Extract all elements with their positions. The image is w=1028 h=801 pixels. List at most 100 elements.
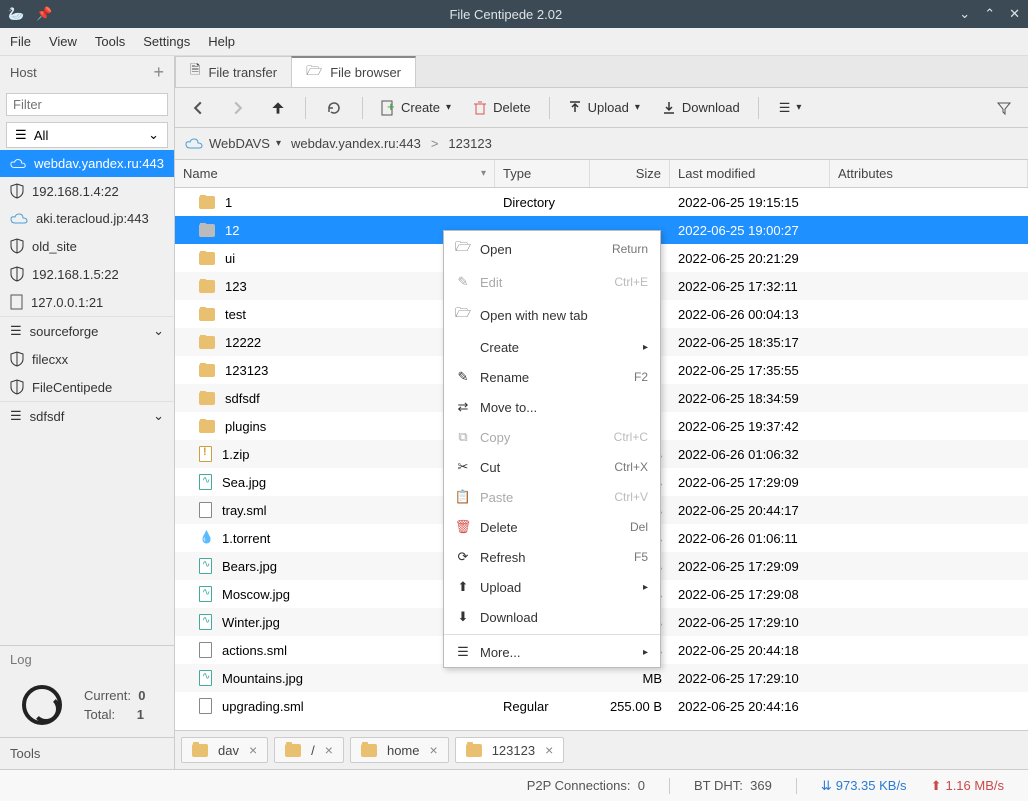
- tab-file-browser[interactable]: 🗁 File browser: [291, 56, 416, 87]
- path-tab[interactable]: /×: [274, 737, 344, 763]
- tab-file-transfer[interactable]: 🗎 File transfer: [175, 56, 292, 87]
- minimize-button[interactable]: ⌄: [959, 6, 970, 22]
- menu-label: Open with new tab: [480, 308, 588, 323]
- upload-button[interactable]: Upload ▾: [564, 96, 644, 120]
- host-item[interactable]: webdav.yandex.ru:443: [0, 150, 174, 177]
- close-button[interactable]: ✕: [1009, 6, 1020, 22]
- host-item[interactable]: 192.168.1.5:22: [0, 260, 174, 288]
- host-item[interactable]: aki.teracloud.jp:443: [0, 205, 174, 232]
- host-item[interactable]: FileCentipede: [0, 373, 174, 401]
- host-label: Host: [10, 65, 37, 80]
- file-name: upgrading.sml: [222, 699, 304, 714]
- filter-input[interactable]: [6, 93, 168, 116]
- breadcrumb: WebDAVS ▾ webdav.yandex.ru:443 > 123123: [175, 128, 1028, 160]
- nav-up-button[interactable]: [265, 97, 291, 119]
- menu-view[interactable]: View: [49, 34, 77, 49]
- menu-item-more-[interactable]: ☰More...▸: [444, 637, 660, 667]
- torrent-icon: [199, 530, 212, 546]
- col-size[interactable]: Size: [590, 160, 670, 187]
- col-type[interactable]: Type: [495, 160, 590, 187]
- table-row[interactable]: 1Directory2022-06-25 19:15:15: [175, 188, 1028, 216]
- menu-shortcut: F5: [634, 550, 648, 564]
- tab-label: home: [387, 743, 420, 758]
- menu-label: Download: [480, 610, 538, 625]
- chevron-down-icon: ▾: [635, 102, 640, 113]
- maximize-button[interactable]: ⌃: [984, 6, 995, 22]
- file-name: 123: [225, 279, 247, 294]
- protocol-dropdown[interactable]: WebDAVS ▾: [185, 136, 281, 151]
- group-label: sourceforge: [30, 324, 99, 339]
- nav-forward-button[interactable]: [225, 97, 251, 119]
- close-tab-button[interactable]: ×: [545, 742, 553, 758]
- breadcrumb-path[interactable]: 123123: [448, 136, 491, 151]
- file-name: 1.torrent: [222, 531, 270, 546]
- close-tab-button[interactable]: ×: [249, 742, 257, 758]
- col-attributes[interactable]: Attributes: [830, 160, 1028, 187]
- add-host-button[interactable]: +: [153, 62, 164, 83]
- delete-label: Delete: [493, 100, 531, 115]
- tools-label: Tools: [0, 737, 174, 769]
- view-options-button[interactable]: ☰ ▾: [773, 96, 808, 120]
- host-item[interactable]: filecxx: [0, 345, 174, 373]
- filter-button[interactable]: [990, 96, 1018, 120]
- menu-item-download[interactable]: ⬇Download: [444, 602, 660, 632]
- folder-icon: [199, 420, 215, 433]
- close-tab-button[interactable]: ×: [325, 742, 333, 758]
- table-row[interactable]: upgrading.smlRegular255.00 B2022-06-25 2…: [175, 692, 1028, 720]
- menu-item-open[interactable]: 🗁OpenReturn: [444, 231, 660, 267]
- path-tab[interactable]: 123123×: [455, 737, 565, 763]
- path-tab[interactable]: home ×: [350, 737, 449, 763]
- menu-settings[interactable]: Settings: [143, 34, 190, 49]
- close-tab-button[interactable]: ×: [430, 742, 438, 758]
- col-name[interactable]: Name▾: [175, 160, 495, 187]
- menu-item-create[interactable]: Create▸: [444, 333, 660, 362]
- create-button[interactable]: + Create ▾: [377, 96, 455, 120]
- host-label: 192.168.1.5:22: [32, 267, 119, 282]
- menu-item-delete[interactable]: 🗑DeleteDel: [444, 512, 660, 542]
- menu-file[interactable]: File: [10, 34, 31, 49]
- pin-icon[interactable]: 📌: [36, 6, 52, 22]
- all-hosts-dropdown[interactable]: ☰ All ⌄: [6, 122, 168, 148]
- menu-item-rename[interactable]: ✎RenameF2: [444, 362, 660, 392]
- menu-item-move-to-[interactable]: ⇄Move to...: [444, 392, 660, 422]
- file-modified: 2022-06-25 17:29:08: [670, 587, 830, 602]
- host-item[interactable]: 192.168.1.4:22: [0, 177, 174, 205]
- host-item[interactable]: old_site: [0, 232, 174, 260]
- folder-open-icon: 🗁: [306, 62, 322, 84]
- host-group[interactable]: ☰sdfsdf⌄: [0, 401, 174, 430]
- host-item[interactable]: 127.0.0.1:21: [0, 288, 174, 316]
- menu-item-open-with-new-tab[interactable]: 🗁 Open with new tab: [444, 297, 660, 333]
- menu-item-cut[interactable]: ✂CutCtrl+X: [444, 452, 660, 482]
- delete-button[interactable]: Delete: [469, 96, 535, 120]
- file-name: Mountains.jpg: [222, 671, 303, 686]
- file-modified: 2022-06-25 19:37:42: [670, 419, 830, 434]
- host-group[interactable]: ☰sourceforge⌄: [0, 316, 174, 345]
- menu-label: Copy: [480, 430, 510, 445]
- table-row[interactable]: Mountains.jpgMB2022-06-25 17:29:10: [175, 664, 1028, 692]
- file-modified: 2022-06-25 17:32:11: [670, 279, 830, 294]
- breadcrumb-host[interactable]: webdav.yandex.ru:443: [291, 136, 421, 151]
- download-button[interactable]: Download: [658, 96, 744, 120]
- menu-help[interactable]: Help: [208, 34, 235, 49]
- file-name: sdfsdf: [225, 391, 260, 406]
- menu-item-upload[interactable]: ⬆Upload▸: [444, 572, 660, 602]
- upload-icon: ⬆: [456, 579, 470, 595]
- host-label: filecxx: [32, 352, 68, 367]
- menu-tools[interactable]: Tools: [95, 34, 125, 49]
- menu-shortcut: Ctrl+V: [614, 490, 648, 504]
- tab-icon: 🗁: [456, 304, 470, 326]
- paste-icon: 📋: [456, 489, 470, 505]
- nav-back-button[interactable]: [185, 97, 211, 119]
- file-icon: [199, 642, 212, 658]
- col-modified[interactable]: Last modified: [670, 160, 830, 187]
- refresh-button[interactable]: [320, 96, 348, 120]
- path-tab[interactable]: dav×: [181, 737, 268, 763]
- file-modified: 2022-06-25 17:29:09: [670, 475, 830, 490]
- more-icon: ☰: [456, 644, 470, 660]
- host-label: aki.teracloud.jp:443: [36, 211, 149, 226]
- file-modified: 2022-06-25 18:34:59: [670, 391, 830, 406]
- host-label: old_site: [32, 239, 77, 254]
- menu-item-refresh[interactable]: ⟳RefreshF5: [444, 542, 660, 572]
- activity-spinner: [22, 685, 62, 725]
- window-title: File Centipede 2.02: [52, 7, 959, 22]
